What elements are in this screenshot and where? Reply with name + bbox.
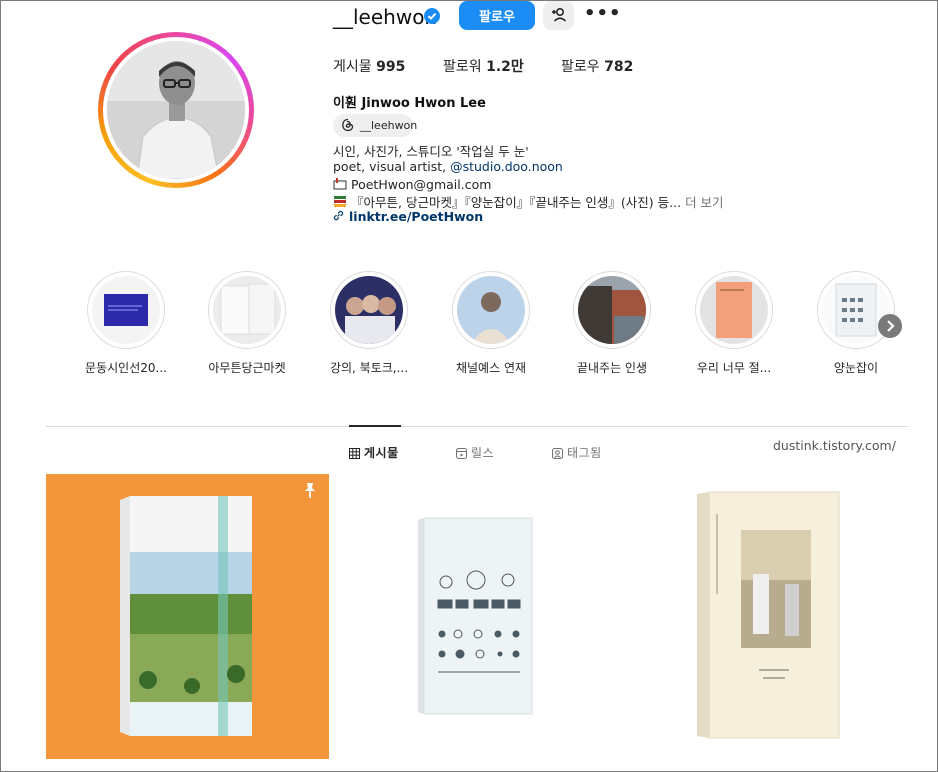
add-user-icon [552,8,567,22]
highlight-cover [578,276,646,344]
suggest-users-button[interactable] [543,1,574,30]
posts-count: 게시물 995 [333,59,406,75]
bio-line-3: PoetHwon@gmail.com [333,176,491,192]
highlight-label: 강의, 북토크,... [329,361,409,375]
tabs-divider [46,426,908,427]
highlight-cover [213,276,281,344]
profile-avatar[interactable] [98,32,254,188]
followers-count[interactable]: 팔로워 1.2만 [443,56,524,76]
username: __leehwon [333,5,438,29]
highlight-label: 양눈잡이 [833,361,879,375]
bio-line-1: 시인, 사진가, 스튜디오 '작업실 두 눈' [333,144,529,159]
highlight-cover [700,276,768,344]
mailbox-icon [333,177,347,190]
pin-icon [302,482,318,504]
threads-badge[interactable]: __leehwon [333,114,417,137]
tagged-icon [552,448,563,462]
follow-button[interactable]: 팔로우 [459,1,535,30]
verified-badge-icon [424,8,440,24]
bio-line-2: poet, visual artist, @studio.doo.noon [333,159,563,174]
post-thumbnail[interactable] [613,474,896,759]
post-thumbnail[interactable] [46,474,329,759]
highlight-cover [92,276,160,344]
grid-icon [349,448,360,462]
highlight-cover [457,276,525,344]
highlight-item[interactable]: 강의, 북토크,... [330,271,408,375]
highlight-label: 우리 너무 절... [696,361,772,375]
highlight-label: 문동시인선20... [85,361,167,375]
highlight-item[interactable]: 아무튼당근마켓 [208,271,286,375]
following-count[interactable]: 팔로우 782 [561,56,633,76]
books-icon [333,195,347,208]
active-tab-indicator [349,425,401,427]
reels-icon [456,448,467,462]
tab-posts[interactable]: 게시물 [349,444,399,462]
threads-icon [342,118,354,132]
link-icon [333,209,344,224]
more-options-icon[interactable]: ••• [584,4,621,26]
highlight-item[interactable]: 채널예스 연재 [452,271,530,375]
full-name: 이훤 Jinwoo Hwon Lee [333,96,486,111]
highlight-item[interactable]: 문동시인선20... [85,271,167,375]
tab-tagged[interactable]: 태그됨 [552,444,602,462]
tab-reels[interactable]: 릴스 [456,444,494,462]
post-thumbnail[interactable] [330,474,613,759]
bio-more-link[interactable]: 더 보기 [685,195,723,210]
highlight-cover [335,276,403,344]
profile-link[interactable]: linktr.ee/PoetHwon [333,209,483,224]
highlight-item[interactable]: 끝내주는 인생 [573,271,651,375]
highlight-label: 아무튼당근마켓 [208,361,286,375]
highlights-next-button[interactable] [878,314,902,338]
studio-mention-link[interactable]: @studio.doo.noon [450,159,563,174]
chevron-right-icon [887,320,895,332]
highlight-label: 끝내주는 인생 [576,361,648,375]
highlight-item[interactable]: 우리 너무 절... [695,271,773,375]
highlight-label: 채널예스 연재 [455,361,527,375]
watermark: dustink.tistory.com/ [773,438,896,453]
threads-handle: __leehwon [360,119,418,132]
